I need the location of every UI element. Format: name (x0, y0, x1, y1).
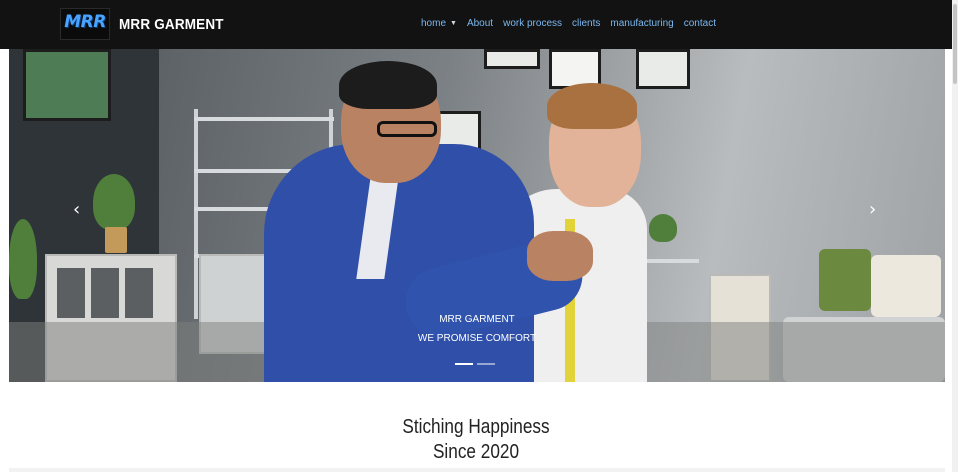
logo-text: MRR (64, 12, 106, 32)
hero-carousel: MRR GARMENT WE PROMISE COMFORT ‹ › (9, 49, 945, 382)
nav-menu: home ▼ About work process clients manufa… (421, 18, 726, 29)
carousel-caption-title: MRR GARMENT (439, 314, 515, 325)
pillow (871, 255, 941, 317)
brand-link[interactable]: MRR ​ MRR GARMENT (60, 8, 235, 40)
cabinet-door (91, 268, 119, 318)
tailor-hair (339, 61, 437, 109)
nav-item-contact[interactable]: contact (684, 18, 716, 29)
logo: MRR ​ (60, 8, 110, 40)
navbar: MRR ​ MRR GARMENT home ▼ About work proc… (0, 0, 952, 49)
brand-name: MRR GARMENT (119, 15, 224, 33)
carousel-indicator-1[interactable] (455, 363, 473, 365)
plant (93, 174, 135, 230)
wall-art (23, 49, 111, 121)
carousel-indicator-2[interactable] (477, 363, 495, 365)
wall-frame (484, 49, 540, 69)
nav-item-work-process[interactable]: work process (503, 18, 562, 29)
scrollbar-thumb[interactable] (953, 4, 957, 84)
shelf (194, 117, 334, 121)
nav-item-about[interactable]: About (467, 18, 493, 29)
section-divider (9, 468, 945, 472)
wall-frame (636, 49, 690, 89)
carousel-caption-subtitle: WE PROMISE COMFORT (417, 333, 537, 344)
cabinet-door (125, 268, 153, 318)
page-scrollbar[interactable] (952, 0, 958, 472)
nav-item-home[interactable]: home ▼ (421, 18, 457, 29)
chevron-right-icon[interactable]: › (869, 199, 876, 220)
section-heading: Stiching Happiness Since 2020 (67, 415, 886, 465)
plant (9, 219, 37, 299)
heading-line-2: Since 2020 (432, 441, 520, 463)
plant (649, 214, 677, 242)
client-hair (547, 83, 637, 129)
shelf-post (194, 109, 198, 319)
nav-item-manufacturing[interactable]: manufacturing (610, 18, 673, 29)
nav-item-clients[interactable]: clients (572, 18, 600, 29)
plant-pot (105, 227, 127, 253)
caret-down-icon: ▼ (450, 20, 457, 27)
glasses (377, 121, 437, 137)
heading-line-1: Stiching Happiness (402, 416, 550, 438)
nav-item-label: home (421, 18, 447, 29)
pillow (819, 249, 871, 311)
tailor-hand (527, 231, 593, 281)
chevron-left-icon[interactable]: ‹ (73, 199, 80, 220)
carousel-indicators (455, 363, 495, 365)
cabinet-door (57, 268, 85, 318)
